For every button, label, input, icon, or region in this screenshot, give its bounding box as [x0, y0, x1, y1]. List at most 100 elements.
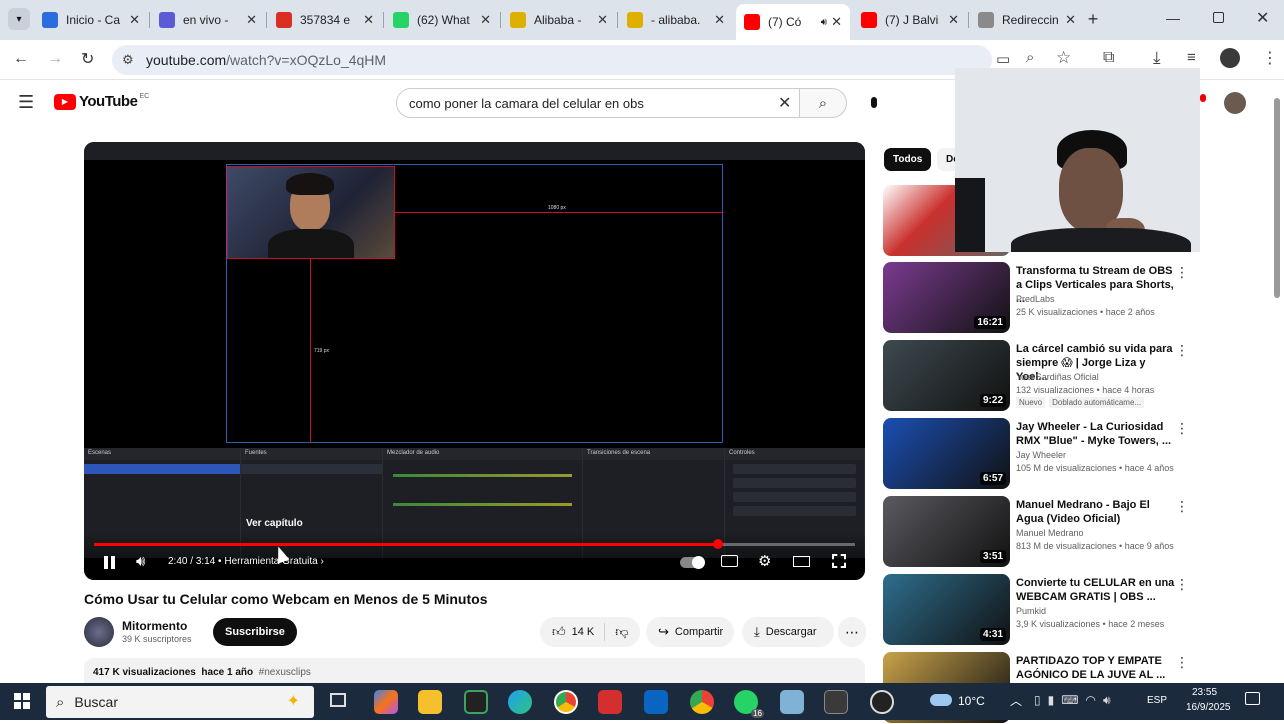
clear-search-icon[interactable]: ✕: [778, 93, 791, 113]
like-button[interactable]: 👍︎ 14 K: [540, 623, 606, 641]
settings-gear-icon[interactable]: ⚙: [758, 552, 771, 570]
tab-search-button[interactable]: ▾: [8, 8, 30, 30]
recommendation-thumbnail[interactable]: 9:22: [883, 340, 1010, 411]
more-actions-button[interactable]: ⋯: [838, 617, 866, 647]
progress-scrubber[interactable]: [713, 539, 724, 549]
tray-icons[interactable]: ▯▮⌨◠🔊︎: [1034, 693, 1118, 708]
copilot-icon[interactable]: [374, 690, 398, 714]
more-options-icon[interactable]: ⋮: [1175, 654, 1189, 671]
extensions-icon[interactable]: ⧉: [1103, 49, 1114, 67]
forward-icon[interactable]: →: [47, 50, 63, 68]
hashtag-link[interactable]: #nexusclips: [259, 667, 311, 678]
tab-close-icon[interactable]: ✕: [597, 12, 608, 28]
weather-cloud-icon[interactable]: [930, 694, 952, 706]
menu-icon[interactable]: ⋮: [1262, 48, 1278, 68]
tab-close-icon[interactable]: ✕: [831, 14, 842, 30]
taskbar-search[interactable]: ⌕ Buscar ✦: [46, 686, 314, 718]
close-window-button[interactable]: ✕: [1256, 8, 1269, 28]
browser-tab[interactable]: (62) What ✕: [385, 6, 499, 34]
tab-close-icon[interactable]: ✕: [714, 12, 725, 28]
tab-close-icon[interactable]: ✕: [363, 12, 374, 28]
recommendation-thumbnail[interactable]: 16:21: [883, 262, 1010, 333]
browser-tab[interactable]: - alibaba. ✕: [619, 6, 733, 34]
new-tab-button[interactable]: +: [1082, 8, 1104, 30]
site-info-icon[interactable]: ⚙: [122, 52, 134, 68]
recommendation-thumbnail[interactable]: 6:57: [883, 418, 1010, 489]
more-options-icon[interactable]: ⋮: [1175, 342, 1189, 359]
more-options-icon[interactable]: ⋮: [1175, 576, 1189, 593]
browser-tab[interactable]: (7) Có 🔊︎ ✕: [736, 4, 850, 40]
tab-close-icon[interactable]: ✕: [129, 12, 140, 28]
search-input[interactable]: como poner la camara del celular en obs …: [396, 88, 800, 118]
video-player[interactable]: 1080 px 719 px Escenas Fuentes Mezclador…: [84, 142, 865, 580]
edge-icon[interactable]: [508, 690, 532, 714]
theater-mode-icon[interactable]: [793, 556, 810, 567]
recommendation-thumbnail[interactable]: 3:51: [883, 496, 1010, 567]
subscribe-button[interactable]: Suscribirse: [213, 618, 297, 646]
dislike-button[interactable]: 👎︎: [605, 624, 638, 640]
language-indicator[interactable]: ESP: [1147, 695, 1167, 706]
pause-button[interactable]: [104, 556, 115, 569]
fullscreen-icon[interactable]: [832, 554, 846, 568]
tab-close-icon[interactable]: ✕: [246, 12, 257, 28]
recommendation-channel[interactable]: PredLabs: [1016, 294, 1055, 304]
volume-icon[interactable]: 🔊︎: [136, 553, 145, 570]
avatar[interactable]: [1224, 92, 1246, 114]
notepad-icon[interactable]: [464, 690, 488, 714]
recommendation-title[interactable]: Convierte tu CELULAR en una WEBCAM GRATI…: [1016, 576, 1176, 604]
recommendation-title[interactable]: PARTIDAZO TOP Y EMPATE AGÓNICO DE LA JUV…: [1016, 654, 1176, 682]
more-options-icon[interactable]: ⋮: [1175, 498, 1189, 515]
chrome-profile-icon[interactable]: [690, 690, 714, 714]
youtube-logo[interactable]: ▶ YouTube EC: [54, 93, 149, 110]
subtitles-icon[interactable]: [721, 555, 738, 567]
browser-tab[interactable]: en vivo - ✕: [151, 6, 265, 34]
acrobat-icon[interactable]: [598, 690, 622, 714]
calculator-icon[interactable]: [824, 690, 848, 714]
tab-close-icon[interactable]: ✕: [1065, 12, 1076, 28]
recommendation-title[interactable]: Manuel Medrano - Bajo El Agua (Video Ofi…: [1016, 498, 1176, 526]
voice-search-button[interactable]: [860, 88, 888, 116]
cast-icon[interactable]: ▭: [996, 50, 1010, 68]
recommendation-title[interactable]: Jay Wheeler - La Curiosidad RMX "Blue" -…: [1016, 420, 1176, 448]
recommendation-item[interactable]: 3:51 Manuel Medrano - Bajo El Agua (Video…: [883, 496, 1273, 568]
chrome-icon[interactable]: [554, 690, 578, 714]
recommendation-thumbnail[interactable]: 4:31: [883, 574, 1010, 645]
chip-all[interactable]: Todos: [884, 148, 932, 171]
browser-tab[interactable]: 357834 e ✕: [268, 6, 382, 34]
share-button[interactable]: ↪ Compartir: [646, 617, 734, 647]
hamburger-menu-icon[interactable]: ☰: [18, 92, 34, 113]
browser-tab[interactable]: Inicio - Ca ✕: [34, 6, 148, 34]
channel-name[interactable]: Mitormento: [122, 619, 187, 633]
more-options-icon[interactable]: ⋮: [1175, 420, 1189, 437]
whatsapp-icon[interactable]: 16: [734, 690, 764, 718]
search-button[interactable]: ⌕: [799, 88, 847, 118]
page-scrollbar[interactable]: [1274, 98, 1280, 298]
restore-button[interactable]: [1213, 12, 1224, 23]
more-options-icon[interactable]: ⋮: [1175, 264, 1189, 281]
progress-bar[interactable]: [94, 539, 855, 549]
browser-tab[interactable]: (7) J Balvi ✕: [853, 6, 967, 34]
recommendation-item[interactable]: 4:31 Convierte tu CELULAR en una WEBCAM G…: [883, 574, 1273, 646]
channel-avatar[interactable]: [84, 617, 114, 647]
download-icon[interactable]: ⤓: [1153, 48, 1161, 68]
browser-tab[interactable]: Redireccin ✕: [970, 6, 1084, 34]
notification-center-icon[interactable]: [1245, 692, 1260, 705]
recommendation-item[interactable]: 9:22 La cárcel cambió su vida para siempr…: [883, 340, 1273, 412]
start-button[interactable]: [14, 693, 30, 709]
recommendation-channel[interactable]: Pumkid: [1016, 606, 1046, 616]
clock-date[interactable]: 16/9/2025: [1186, 702, 1231, 713]
weather-temp[interactable]: 10°C: [958, 694, 985, 708]
autoplay-toggle[interactable]: [680, 556, 705, 569]
tab-close-icon[interactable]: ✕: [480, 12, 491, 28]
zoom-icon[interactable]: ⌕: [1026, 49, 1034, 66]
tab-audio-icon[interactable]: 🔊︎: [821, 17, 827, 28]
description-box[interactable]: 417 K visualizaciones hace 1 año #nexusc…: [84, 658, 865, 683]
minimize-button[interactable]: —: [1166, 10, 1180, 26]
chapter-title[interactable]: Herramienta Gratuita: [224, 556, 317, 567]
file-explorer-icon[interactable]: [418, 690, 442, 714]
recommendation-item[interactable]: 16:21 Transforma tu Stream de OBS a Clips…: [883, 262, 1273, 334]
recommendation-channel[interactable]: Manuel Medrano: [1016, 528, 1084, 538]
address-bar[interactable]: ⚙ youtube.com/watch?v=xOQzLo_4qHM: [112, 45, 992, 75]
recommendation-channel[interactable]: Jay Wheeler: [1016, 450, 1066, 460]
bookmark-star-icon[interactable]: ☆: [1056, 48, 1071, 68]
